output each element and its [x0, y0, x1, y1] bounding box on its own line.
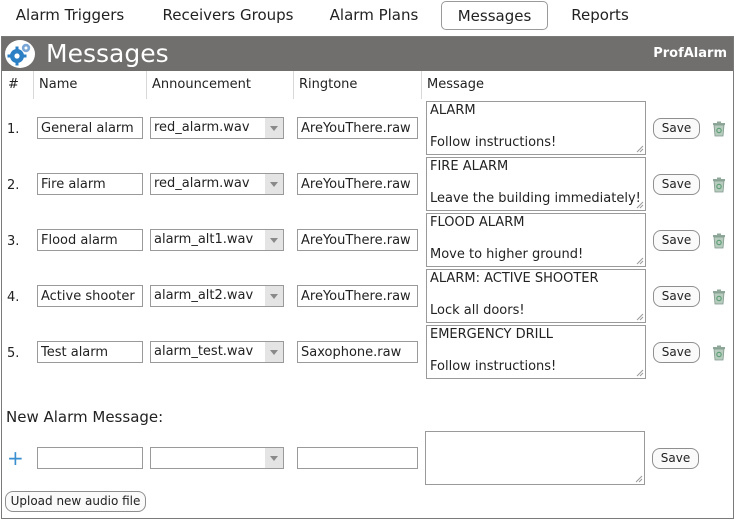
brand-label: ProfAlarm: [653, 46, 727, 61]
name-field[interactable]: [37, 341, 143, 363]
row-number: 1.: [7, 122, 20, 137]
row-number: 2.: [7, 178, 20, 193]
plus-icon[interactable]: +: [7, 448, 24, 468]
chevron-down-icon: [265, 286, 283, 306]
column-header-announcement: Announcement: [152, 77, 251, 92]
announcement-value: alarm_alt2.wav: [154, 288, 254, 303]
message-line-1: FLOOD ALARM: [430, 215, 525, 230]
new-message-heading: New Alarm Message:: [6, 408, 164, 426]
resize-grip-icon[interactable]: [636, 313, 644, 321]
row-number: 4.: [7, 290, 20, 305]
resize-grip-icon[interactable]: [636, 369, 644, 377]
column-divider: [146, 71, 147, 99]
resize-grip-icon[interactable]: [635, 475, 643, 483]
chevron-down-icon: [265, 118, 283, 138]
trash-icon[interactable]: [712, 177, 726, 193]
announcement-select[interactable]: red_alarm.wav: [150, 117, 284, 139]
ringtone-field[interactable]: [297, 285, 418, 307]
name-field[interactable]: [37, 229, 143, 251]
message-textarea[interactable]: FIRE ALARM Leave the building immediately…: [426, 157, 646, 211]
column-header-message: Message: [427, 77, 484, 92]
new-message-textarea[interactable]: [425, 431, 645, 485]
save-button[interactable]: Save: [653, 342, 700, 363]
ringtone-field[interactable]: [297, 229, 418, 251]
announcement-value: alarm_alt1.wav: [154, 232, 254, 247]
resize-grip-icon[interactable]: [636, 201, 644, 209]
name-field[interactable]: [37, 173, 143, 195]
chevron-down-icon: [265, 230, 283, 250]
trash-icon[interactable]: [712, 121, 726, 137]
message-line-2: Move to higher ground!: [430, 247, 584, 262]
page-header: Messages ProfAlarm: [2, 37, 733, 71]
message-line-2: Follow instructions!: [430, 359, 557, 374]
trash-icon[interactable]: [712, 233, 726, 249]
message-line-2: Lock all doors!: [430, 303, 525, 318]
message-line-1: ALARM: ACTIVE SHOOTER: [430, 271, 599, 286]
tab-reports[interactable]: Reports: [560, 1, 640, 30]
column-header-name: Name: [39, 77, 78, 92]
tab-receivers-groups[interactable]: Receivers Groups: [149, 1, 307, 30]
column-divider: [33, 71, 34, 99]
message-line-1: EMERGENCY DRILL: [430, 327, 553, 342]
gears-icon: [5, 40, 35, 68]
message-textarea[interactable]: ALARM: ACTIVE SHOOTER Lock all doors!: [426, 269, 646, 323]
tab-alarm-triggers[interactable]: Alarm Triggers: [5, 1, 135, 30]
announcement-select[interactable]: alarm_alt1.wav: [150, 229, 284, 251]
announcement-select[interactable]: alarm_alt2.wav: [150, 285, 284, 307]
row-number: 5.: [7, 346, 20, 361]
message-textarea[interactable]: EMERGENCY DRILL Follow instructions!: [426, 325, 646, 379]
name-field[interactable]: [37, 285, 143, 307]
resize-grip-icon[interactable]: [636, 145, 644, 153]
new-ringtone-field[interactable]: [297, 447, 418, 469]
column-divider: [421, 71, 422, 99]
message-textarea[interactable]: FLOOD ALARM Move to higher ground!: [426, 213, 646, 267]
upload-audio-button[interactable]: Upload new audio file: [5, 491, 146, 512]
message-textarea[interactable]: ALARM Follow instructions!: [426, 101, 646, 155]
tab-messages[interactable]: Messages: [441, 1, 548, 30]
trash-icon[interactable]: [712, 289, 726, 305]
message-line-2: Follow instructions!: [430, 135, 557, 150]
new-announcement-select[interactable]: [150, 447, 284, 469]
ringtone-field[interactable]: [297, 341, 418, 363]
column-header-ringtone: Ringtone: [299, 77, 358, 92]
column-divider: [293, 71, 294, 99]
announcement-value: alarm_test.wav: [154, 344, 254, 359]
new-save-button[interactable]: Save: [652, 448, 699, 469]
trash-icon[interactable]: [712, 345, 726, 361]
tab-alarm-plans[interactable]: Alarm Plans: [319, 1, 429, 30]
message-line-2: Leave the building immediately!: [430, 191, 641, 206]
resize-grip-icon[interactable]: [636, 257, 644, 265]
save-button[interactable]: Save: [653, 230, 700, 251]
announcement-select[interactable]: alarm_test.wav: [150, 341, 284, 363]
save-button[interactable]: Save: [653, 286, 700, 307]
ringtone-field[interactable]: [297, 173, 418, 195]
save-button[interactable]: Save: [653, 118, 700, 139]
announcement-value: red_alarm.wav: [154, 120, 250, 135]
chevron-down-icon: [265, 448, 283, 468]
chevron-down-icon: [265, 174, 283, 194]
row-number: 3.: [7, 234, 20, 249]
name-field[interactable]: [37, 117, 143, 139]
message-line-1: FIRE ALARM: [430, 159, 509, 174]
message-line-1: ALARM: [430, 103, 476, 118]
new-name-field[interactable]: [37, 447, 143, 469]
ringtone-field[interactable]: [297, 117, 418, 139]
announcement-value: red_alarm.wav: [154, 176, 250, 191]
chevron-down-icon: [265, 342, 283, 362]
column-header-number: #: [8, 77, 19, 92]
tab-bar: Alarm Triggers Receivers Groups Alarm Pl…: [0, 0, 736, 34]
page-title: Messages: [46, 39, 169, 68]
announcement-select[interactable]: red_alarm.wav: [150, 173, 284, 195]
save-button[interactable]: Save: [653, 174, 700, 195]
